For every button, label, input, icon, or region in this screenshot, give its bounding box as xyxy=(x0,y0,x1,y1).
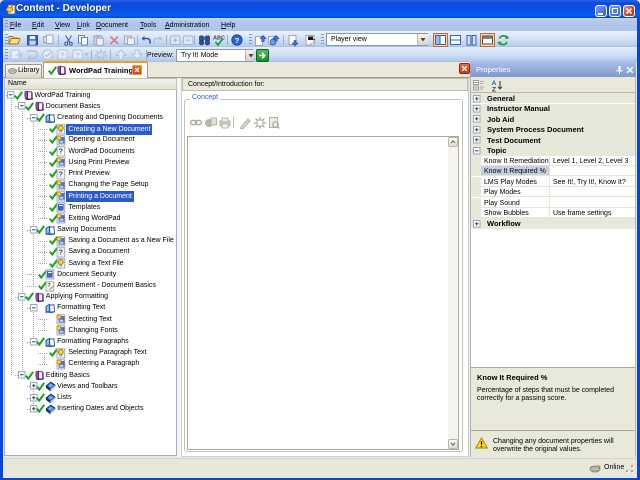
svg-text:?: ? xyxy=(59,147,64,156)
svg-text:?: ? xyxy=(59,169,64,178)
svg-text:?: ? xyxy=(235,36,240,45)
svg-text:?: ? xyxy=(59,247,64,256)
svg-text:ABC: ABC xyxy=(213,36,225,42)
svg-text:?: ? xyxy=(60,51,65,60)
svg-text:?: ? xyxy=(75,51,80,60)
